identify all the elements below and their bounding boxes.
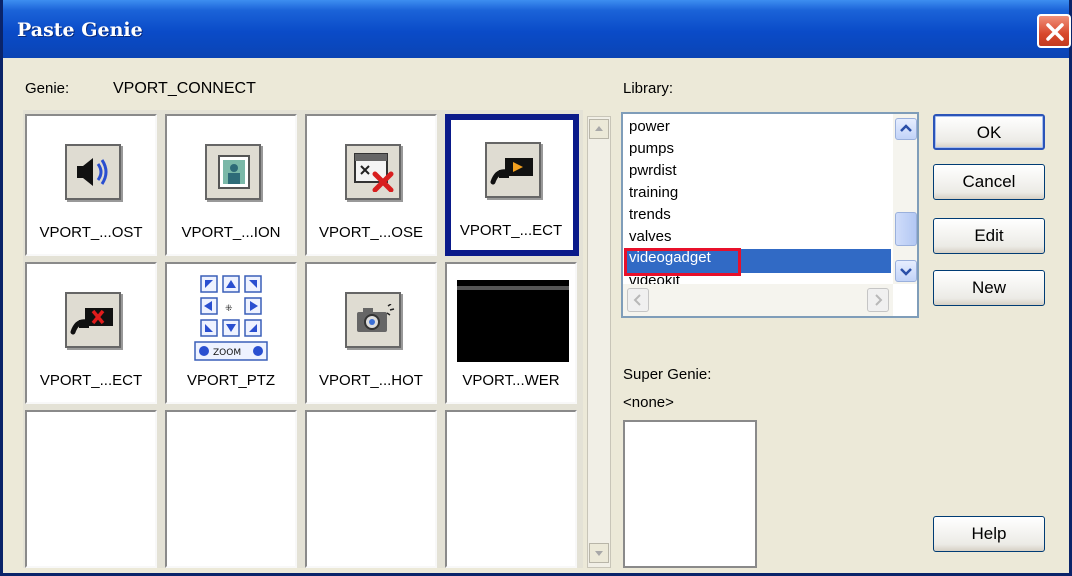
- list-item[interactable]: pumps: [629, 140, 889, 162]
- library-scroll-up-button[interactable]: [895, 118, 917, 140]
- genie-cell-label: VPORT_...ION: [181, 224, 281, 241]
- library-listbox[interactable]: power pumps pwrdist training trends valv…: [621, 112, 919, 318]
- genie-label: Genie:: [25, 80, 70, 97]
- snapshot-icon: [345, 292, 401, 348]
- genie-grid: VPORT_...OST VPORT_...ION VPORT_...OSE V…: [23, 110, 583, 568]
- chevron-down-icon: [595, 551, 603, 556]
- genie-cell-label: VPORT_...ECT: [459, 222, 563, 239]
- speaker-icon: [65, 144, 121, 200]
- genie-cell[interactable]: VPORT_...ION: [165, 114, 297, 256]
- svg-text:⁜: ⁜: [225, 304, 233, 314]
- close-button[interactable]: [1037, 14, 1071, 48]
- genie-cell[interactable]: VPORT_...OSE: [305, 114, 437, 256]
- genie-cell-label: VPORT_...HOT: [319, 372, 423, 389]
- genie-cell-label: VPORT_...ECT: [39, 372, 143, 389]
- genie-cell[interactable]: VPORT...WER: [445, 262, 577, 404]
- genie-cell-label: VPORT...WER: [462, 372, 560, 389]
- video-viewer-icon: [457, 280, 569, 362]
- list-item[interactable]: power: [629, 118, 889, 140]
- close-window-icon: [345, 144, 401, 200]
- list-item[interactable]: valves: [629, 228, 889, 250]
- window-title: Paste Genie: [17, 19, 143, 41]
- chevron-up-icon: [595, 126, 603, 131]
- super-genie-box[interactable]: [623, 420, 757, 568]
- paste-genie-dialog: Paste Genie Genie: VPORT_CONNECT VPORT_.…: [0, 0, 1072, 576]
- genie-cell[interactable]: VPORT_...OST: [25, 114, 157, 256]
- close-icon: [1046, 23, 1064, 41]
- library-scroll-thumb[interactable]: [895, 212, 917, 246]
- library-scroll-right-button[interactable]: [867, 288, 889, 312]
- super-genie-value: <none>: [623, 394, 674, 411]
- genie-cell[interactable]: VPORT_...ECT: [25, 262, 157, 404]
- camera-disconnect-icon: [65, 292, 121, 348]
- chevron-down-icon: [900, 268, 912, 276]
- ptz-control-icon: ⁜ ZOOM: [189, 272, 275, 364]
- title-bar[interactable]: Paste Genie: [3, 0, 1071, 58]
- edit-button[interactable]: Edit: [933, 218, 1045, 254]
- empty-genie-cell[interactable]: [25, 410, 157, 568]
- library-scroll-left-button[interactable]: [627, 288, 649, 312]
- library-label: Library:: [623, 80, 674, 97]
- genie-grid-scrollbar[interactable]: [587, 116, 611, 568]
- genie-cell-selected[interactable]: VPORT_...ECT: [445, 114, 579, 256]
- scroll-up-button[interactable]: [589, 119, 609, 139]
- new-button[interactable]: New: [933, 270, 1045, 306]
- genie-name: VPORT_CONNECT: [113, 80, 256, 97]
- chevron-left-icon: [633, 294, 641, 306]
- empty-genie-cell[interactable]: [305, 410, 437, 568]
- library-vertical-scrollbar[interactable]: [893, 114, 917, 284]
- cancel-button[interactable]: Cancel: [933, 164, 1045, 200]
- list-item[interactable]: training: [629, 184, 889, 206]
- zoom-text: ZOOM: [213, 348, 241, 358]
- genie-cell-label: VPORT_PTZ: [186, 372, 276, 389]
- genie-cell[interactable]: ⁜ ZOOM VPORT_PTZ: [165, 262, 297, 404]
- genie-cell-label: VPORT_...OSE: [319, 224, 423, 241]
- empty-genie-cell[interactable]: [445, 410, 577, 568]
- ok-button[interactable]: OK: [933, 114, 1045, 150]
- genie-cell-label: VPORT_...OST: [39, 224, 143, 241]
- list-item[interactable]: pwrdist: [629, 162, 889, 184]
- chevron-up-icon: [900, 124, 912, 132]
- library-scroll-down-button[interactable]: [895, 260, 917, 282]
- empty-genie-cell[interactable]: [165, 410, 297, 568]
- selection-highlight-box: [624, 248, 741, 276]
- library-horizontal-scrollbar[interactable]: [623, 284, 893, 316]
- help-button[interactable]: Help: [933, 516, 1045, 552]
- portrait-icon: [205, 144, 261, 200]
- list-item[interactable]: trends: [629, 206, 889, 228]
- genie-cell[interactable]: VPORT_...HOT: [305, 262, 437, 404]
- camera-connect-icon: [485, 142, 541, 198]
- scroll-down-button[interactable]: [589, 543, 609, 563]
- chevron-right-icon: [875, 294, 883, 306]
- super-genie-label: Super Genie:: [623, 366, 712, 383]
